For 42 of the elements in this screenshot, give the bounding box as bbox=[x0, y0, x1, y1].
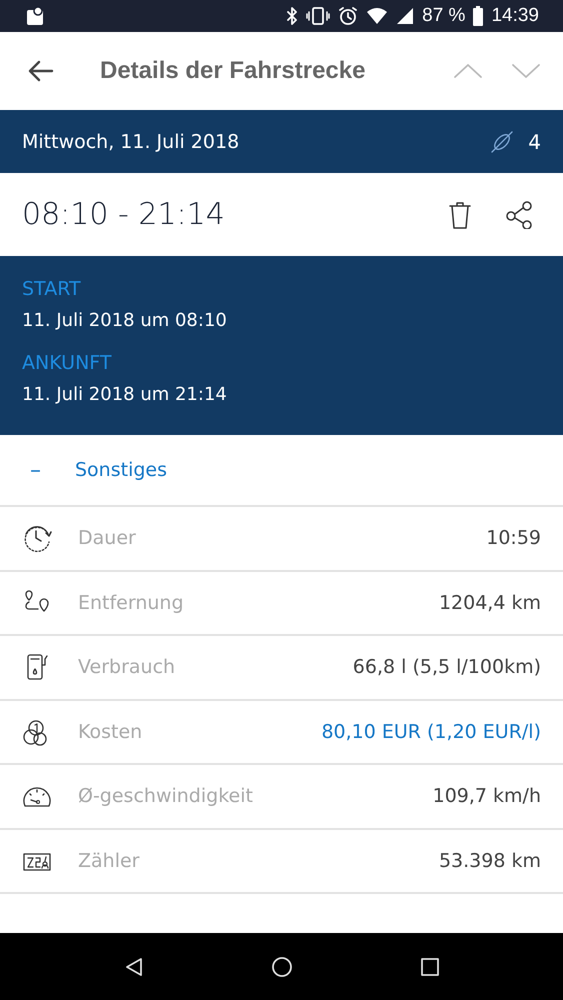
trash-icon[interactable] bbox=[449, 200, 471, 228]
signal-icon bbox=[396, 7, 414, 25]
back-arrow-icon bbox=[28, 60, 54, 82]
share-icon[interactable] bbox=[505, 200, 533, 228]
maps-notification-icon bbox=[26, 6, 44, 26]
chevron-up-icon bbox=[453, 63, 483, 79]
clock-icon bbox=[22, 524, 52, 552]
trip-datetime: 11. Juli 2018 um 08:10 bbox=[22, 310, 227, 331]
detail-value: 66,8 l (5,5 l/100km) bbox=[352, 656, 541, 678]
time-range: 08:10 - 21:14 bbox=[22, 197, 225, 232]
screen-title: Details der Fahrstrecke bbox=[100, 57, 366, 85]
section-title: Sonstiges bbox=[75, 459, 168, 481]
clock-time: 14:39 bbox=[491, 5, 539, 27]
home-circle-icon[interactable] bbox=[270, 956, 292, 978]
wifi-icon bbox=[366, 7, 388, 25]
back-triangle-icon[interactable] bbox=[124, 956, 144, 976]
slashed-tag-icon bbox=[490, 130, 514, 154]
trip-label: START bbox=[22, 278, 81, 300]
detail-value: 109,7 km/h bbox=[432, 785, 541, 808]
trip-date: Mittwoch, 11. Juli 2018 bbox=[22, 130, 240, 152]
detail-label: Ø-geschwindigkeit bbox=[78, 785, 254, 808]
detail-label: Kosten bbox=[78, 720, 144, 743]
recents-square-icon[interactable] bbox=[420, 956, 440, 976]
collapse-toggle[interactable]: – bbox=[30, 458, 41, 482]
bluetooth-icon bbox=[286, 7, 298, 25]
detail-value: 53.398 km bbox=[438, 850, 541, 872]
detail-label: Zähler bbox=[78, 850, 140, 872]
trip-datetime: 11. Juli 2018 um 21:14 bbox=[22, 384, 227, 405]
trip-label: ANKUNFT bbox=[22, 352, 112, 374]
detail-label: Entfernung bbox=[78, 592, 185, 614]
battery-icon bbox=[473, 6, 484, 26]
battery-percentage: 87 % bbox=[422, 5, 466, 27]
trip-count: 4 bbox=[528, 130, 541, 154]
detail-value: 80,10 EUR (1,20 EUR/l) bbox=[321, 720, 541, 743]
chevron-down-icon bbox=[511, 63, 541, 79]
detail-value: 1204,4 km bbox=[438, 592, 541, 614]
section-header[interactable]: – Sonstiges bbox=[0, 435, 563, 507]
detail-value: 10:59 bbox=[486, 527, 541, 550]
alarm-icon bbox=[338, 6, 358, 26]
detail-label: Verbrauch bbox=[78, 656, 176, 678]
vibrate-icon bbox=[306, 7, 330, 25]
detail-label: Dauer bbox=[78, 527, 137, 550]
